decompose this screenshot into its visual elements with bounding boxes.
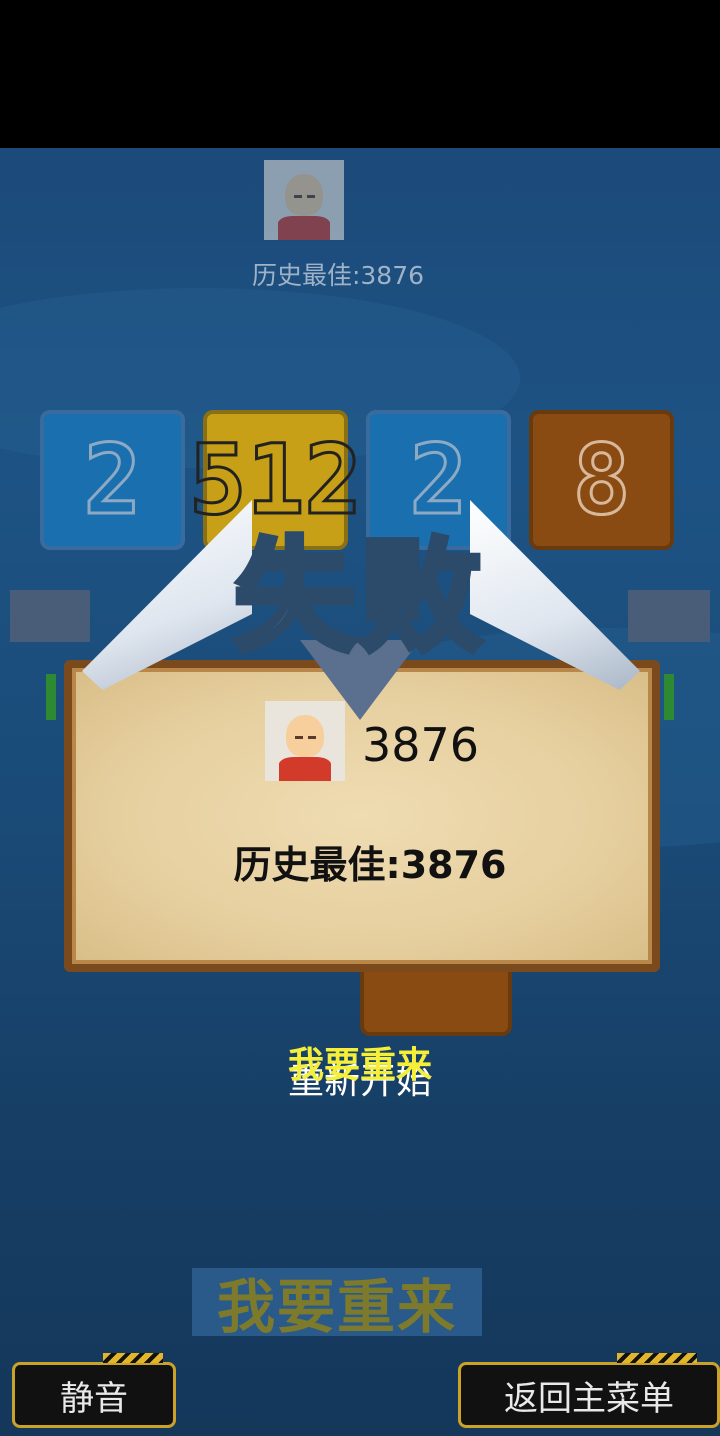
panel-side-bar-left <box>10 590 90 642</box>
back-to-menu-button[interactable]: 返回主菜单 <box>458 1353 720 1428</box>
stripes-icon <box>103 1353 163 1363</box>
panel-edge-left <box>46 674 56 720</box>
player-avatar-top <box>264 160 344 240</box>
status-bar <box>0 0 720 148</box>
final-score: 3876 <box>362 718 480 772</box>
panel-side-bar-right <box>628 590 710 642</box>
retry-button[interactable]: 我要重来 <box>192 1268 482 1341</box>
retry-label[interactable]: 我要重来 <box>0 1036 720 1088</box>
stripes-icon <box>617 1353 697 1363</box>
back-to-menu-label: 返回主菜单 <box>504 1378 674 1419</box>
tile-peek <box>360 972 512 1036</box>
best-score-top: 历史最佳:3876 <box>251 261 425 290</box>
tile: 2 <box>40 410 185 550</box>
best-score: 历史最佳:3876 <box>233 843 507 887</box>
tile: 8 <box>529 410 674 550</box>
mute-button[interactable]: 静音 <box>12 1353 176 1428</box>
player-avatar <box>265 701 345 781</box>
panel-edge-right <box>664 674 674 720</box>
result-title: 失败 <box>231 523 486 671</box>
mute-label: 静音 <box>60 1378 128 1419</box>
